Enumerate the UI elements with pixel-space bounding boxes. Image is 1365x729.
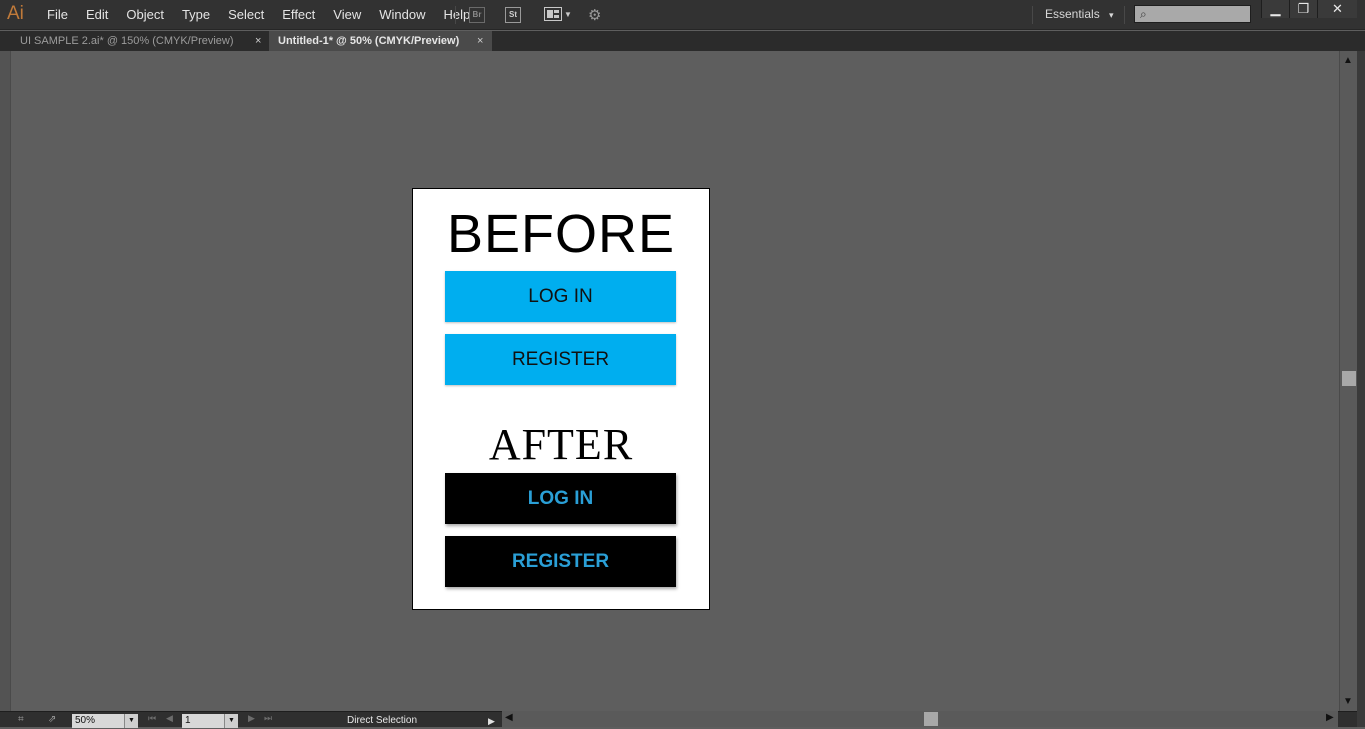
- workspace-label: Essentials: [1045, 7, 1100, 21]
- before-register-button[interactable]: REGISTER: [445, 334, 676, 385]
- menu-select[interactable]: Select: [219, 0, 273, 30]
- after-login-button[interactable]: LOG IN: [445, 473, 676, 524]
- tools-panel-edge: [0, 51, 11, 711]
- gpu-icon[interactable]: ⌗: [18, 714, 24, 725]
- menu-edit[interactable]: Edit: [77, 0, 117, 30]
- share-icon[interactable]: ⇗: [48, 714, 56, 725]
- arrange-documents-icon[interactable]: [544, 7, 562, 21]
- horizontal-scroll-thumb[interactable]: [924, 712, 938, 726]
- panel-dock-edge: [1357, 51, 1365, 727]
- tab-label: UI SAMPLE 2.ai* @ 150% (CMYK/Preview): [20, 35, 234, 47]
- menu-type[interactable]: Type: [173, 0, 219, 30]
- vertical-scrollbar[interactable]: ▲ ▼: [1339, 51, 1357, 711]
- chevron-down-icon: ▾: [1109, 10, 1114, 20]
- last-artboard-icon[interactable]: ⏭: [264, 713, 272, 724]
- minimize-button[interactable]: ▁: [1261, 0, 1289, 18]
- artboard-number-field[interactable]: 1: [182, 714, 224, 728]
- vertical-scroll-thumb[interactable]: [1342, 371, 1356, 386]
- close-window-button[interactable]: ✕: [1317, 0, 1357, 18]
- chevron-down-icon[interactable]: ▼: [124, 714, 138, 728]
- artboard[interactable]: BEFORE LOG IN REGISTER AFTER LOG IN REGI…: [412, 188, 710, 610]
- bridge-icon[interactable]: Br: [469, 7, 485, 23]
- workspace-switcher[interactable]: Essentials ▾: [1045, 0, 1114, 30]
- tab-ui-sample[interactable]: UI SAMPLE 2.ai* @ 150% (CMYK/Preview) ×: [11, 31, 269, 51]
- menu-bar: Ai File Edit Object Type Select Effect V…: [0, 0, 1365, 30]
- before-heading: BEFORE: [446, 204, 676, 264]
- scroll-right-icon[interactable]: ▶: [1326, 712, 1334, 723]
- after-register-button[interactable]: REGISTER: [445, 536, 676, 587]
- before-login-button[interactable]: LOG IN: [445, 271, 676, 322]
- after-heading: AFTER: [488, 420, 634, 469]
- toolbar-separator: [1032, 6, 1033, 24]
- search-input[interactable]: ⌕: [1134, 5, 1251, 23]
- toolbar-separator: [455, 6, 456, 24]
- document-tab-bar: UI SAMPLE 2.ai* @ 150% (CMYK/Preview) × …: [0, 31, 1365, 51]
- scroll-up-icon[interactable]: ▲: [1343, 55, 1353, 66]
- search-icon: ⌕: [1140, 7, 1147, 21]
- scroll-left-icon[interactable]: ◀: [505, 712, 513, 723]
- gpu-performance-icon[interactable]: ⚙: [588, 6, 601, 24]
- chevron-down-icon[interactable]: ▼: [564, 10, 572, 19]
- menu-window[interactable]: Window: [370, 0, 434, 30]
- next-artboard-icon[interactable]: ▶: [248, 713, 255, 724]
- close-icon[interactable]: ×: [477, 31, 483, 51]
- restore-button[interactable]: ❐: [1289, 0, 1317, 18]
- close-icon[interactable]: ×: [255, 31, 261, 51]
- tab-label: Untitled-1* @ 50% (CMYK/Preview): [278, 35, 460, 47]
- chevron-down-icon[interactable]: ▼: [224, 714, 238, 728]
- main-menu: File Edit Object Type Select Effect View…: [38, 0, 479, 30]
- zoom-field[interactable]: 50%: [72, 714, 124, 728]
- tab-untitled[interactable]: Untitled-1* @ 50% (CMYK/Preview) ×: [269, 31, 492, 51]
- menu-file[interactable]: File: [38, 0, 77, 30]
- previous-artboard-icon[interactable]: ◀: [166, 713, 173, 724]
- stock-icon[interactable]: St: [505, 7, 521, 23]
- toolbar-separator: [1124, 6, 1125, 24]
- first-artboard-icon[interactable]: ⏮: [148, 713, 156, 724]
- app-logo: Ai: [7, 3, 24, 24]
- scroll-down-icon[interactable]: ▼: [1343, 696, 1353, 707]
- menu-view[interactable]: View: [324, 0, 370, 30]
- horizontal-scrollbar[interactable]: ◀ ▶: [502, 711, 1338, 727]
- menu-effect[interactable]: Effect: [273, 0, 324, 30]
- menu-object[interactable]: Object: [117, 0, 173, 30]
